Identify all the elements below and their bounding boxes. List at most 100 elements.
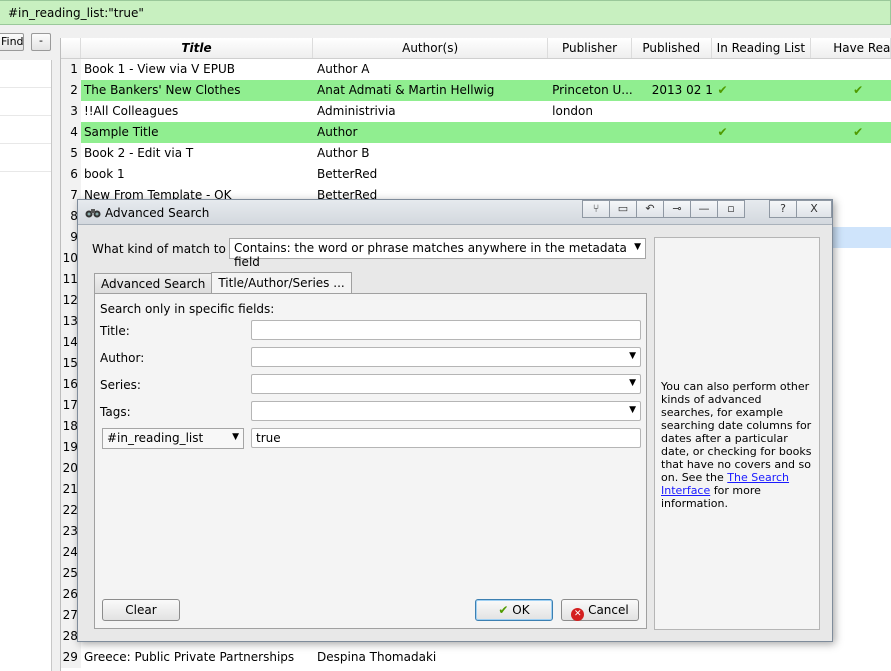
cell-publisher bbox=[548, 143, 652, 164]
cell-publisher bbox=[548, 59, 652, 80]
row-number: 6 bbox=[61, 164, 81, 185]
row-number: 4 bbox=[61, 122, 81, 143]
table-row[interactable]: 4 Sample Title Author ✔ ✔ bbox=[61, 122, 891, 143]
cell-title: Book 2 - Edit via T bbox=[83, 146, 194, 160]
header-title[interactable]: Title bbox=[81, 38, 314, 58]
clear-button[interactable]: Clear bbox=[102, 599, 180, 621]
header-rownum bbox=[61, 38, 81, 58]
table-row[interactable]: 6 book 1 BetterRed bbox=[61, 164, 891, 185]
cell-title: Greece: Public Private Partnerships bbox=[83, 650, 295, 664]
dialog-tabs: Advanced Search Title/Author/Series ... bbox=[94, 272, 352, 294]
tags-field[interactable]: ▼ bbox=[251, 401, 641, 421]
cell-title: The Bankers' New Clothes bbox=[83, 83, 241, 97]
tab-advanced-search[interactable]: Advanced Search bbox=[94, 273, 213, 294]
help-button[interactable]: ? bbox=[769, 200, 797, 218]
tag-browser-row[interactable] bbox=[0, 116, 51, 144]
pin-icon[interactable]: ⑂ bbox=[582, 200, 610, 218]
cell-authors: BetterRed bbox=[317, 167, 378, 181]
cell-publisher bbox=[548, 164, 652, 185]
cell-published bbox=[652, 164, 712, 185]
cell-publisher: Princeton U... bbox=[552, 83, 633, 97]
author-field[interactable]: ▼ bbox=[251, 347, 641, 367]
cell-authors: Author B bbox=[317, 146, 370, 160]
ok-label: OK bbox=[512, 603, 530, 617]
tag-browser-row[interactable] bbox=[0, 88, 51, 116]
header-publisher[interactable]: Publisher bbox=[548, 38, 632, 58]
header-published[interactable]: Published bbox=[632, 38, 712, 58]
table-row[interactable]: 5 Book 2 - Edit via T Author B bbox=[61, 143, 891, 164]
rollup-icon[interactable]: ↶ bbox=[636, 200, 664, 218]
cell-have-read: ✔ bbox=[811, 80, 891, 101]
find-button[interactable]: Find bbox=[0, 33, 24, 51]
cell-in-reading-list bbox=[712, 59, 812, 80]
close-button[interactable]: X bbox=[796, 200, 832, 218]
always-on-top-icon[interactable]: ⊸ bbox=[663, 200, 691, 218]
dialog-titlebar[interactable]: Advanced Search ⑂ ▭ ↶ ⊸ — ▫ ? X bbox=[78, 200, 832, 225]
cell-in-reading-list bbox=[712, 101, 812, 122]
table-row[interactable]: 3 !!All Colleagues Administrivia london bbox=[61, 101, 891, 122]
info-text-1: You can also perform other kinds of adva… bbox=[661, 380, 812, 484]
cell-title: Sample Title bbox=[83, 125, 159, 139]
cell-title: Book 1 - View via V EPUB bbox=[83, 62, 235, 76]
minimize-icon[interactable]: — bbox=[690, 200, 718, 218]
tag-browser-row[interactable] bbox=[0, 144, 51, 172]
custom-column-select[interactable]: #in_reading_list ▼ bbox=[102, 428, 244, 449]
minus-button[interactable]: - bbox=[31, 33, 51, 51]
dialog-title: Advanced Search bbox=[105, 206, 210, 220]
title-label: Title: bbox=[100, 324, 130, 338]
checkmark-icon: ✔ bbox=[853, 83, 864, 97]
row-number: 29 bbox=[61, 647, 81, 668]
checkmark-icon: ✔ bbox=[853, 125, 864, 139]
cell-have-read: ✔ bbox=[811, 122, 891, 143]
tag-browser-row[interactable] bbox=[0, 60, 51, 88]
header-authors[interactable]: Author(s) bbox=[313, 38, 549, 58]
table-header: Title Author(s) Publisher Published In R… bbox=[61, 38, 891, 59]
search-input[interactable]: #in_reading_list:"true" bbox=[0, 0, 891, 25]
cell-have-read bbox=[811, 143, 891, 164]
cell-authors: Administrivia bbox=[317, 104, 396, 118]
row-number: 1 bbox=[61, 59, 81, 80]
ok-button[interactable]: ✔ OK bbox=[475, 599, 553, 621]
advanced-search-dialog: Advanced Search ⑂ ▭ ↶ ⊸ — ▫ ? X What kin… bbox=[77, 199, 833, 642]
window-list-icon[interactable]: ▭ bbox=[609, 200, 637, 218]
match-type-value: Contains: the word or phrase matches any… bbox=[234, 241, 627, 269]
custom-value-field[interactable]: true bbox=[251, 428, 641, 448]
header-have-read[interactable]: Have Read bbox=[811, 38, 891, 58]
author-label: Author: bbox=[100, 351, 145, 365]
chevron-down-icon: ▼ bbox=[232, 432, 239, 442]
cell-published bbox=[652, 101, 712, 122]
cell-have-read bbox=[811, 59, 891, 80]
cell-have-read bbox=[811, 164, 891, 185]
info-text: You can also perform other kinds of adva… bbox=[661, 380, 815, 510]
header-in-reading-list[interactable]: In Reading List bbox=[712, 38, 812, 58]
cell-authors: Author bbox=[317, 125, 358, 139]
checkmark-icon: ✔ bbox=[498, 603, 509, 617]
custom-column-value: #in_reading_list bbox=[107, 431, 204, 445]
row-number: 2 bbox=[61, 80, 81, 101]
binoculars-icon bbox=[85, 209, 101, 218]
cell-publisher bbox=[548, 122, 652, 143]
table-row[interactable]: 1 Book 1 - View via V EPUB Author A bbox=[61, 59, 891, 80]
cell-in-reading-list: ✔ bbox=[712, 122, 812, 143]
cancel-label: Cancel bbox=[588, 603, 629, 617]
table-row[interactable]: 29 Greece: Public Private Partnerships Des… bbox=[61, 647, 891, 668]
series-field[interactable]: ▼ bbox=[251, 374, 641, 394]
cell-published: 2013 02 15 bbox=[651, 83, 712, 97]
section-label: Search only in specific fields: bbox=[100, 302, 275, 316]
cell-published bbox=[652, 59, 712, 80]
chevron-down-icon: ▼ bbox=[629, 378, 636, 388]
title-field[interactable] bbox=[251, 320, 641, 340]
cell-in-reading-list bbox=[712, 143, 812, 164]
cancel-button[interactable]: ✕ Cancel bbox=[561, 599, 639, 621]
cell-have-read bbox=[811, 101, 891, 122]
tab-panel: Search only in specific fields: Title: A… bbox=[94, 293, 647, 629]
table-row[interactable]: 2 The Bankers' New Clothes Anat Admati & M… bbox=[61, 80, 891, 101]
tab-title-author-series[interactable]: Title/Author/Series ... bbox=[211, 272, 352, 294]
match-type-select[interactable]: Contains: the word or phrase matches any… bbox=[229, 238, 646, 269]
restore-icon[interactable]: ▫ bbox=[717, 200, 745, 218]
cell-published bbox=[652, 647, 712, 668]
cell-in-reading-list bbox=[712, 647, 812, 668]
row-number: 3 bbox=[61, 101, 81, 122]
cell-have-read bbox=[811, 647, 891, 668]
title-buttons: ⑂ ▭ ↶ ⊸ — ▫ ? X bbox=[582, 200, 832, 218]
